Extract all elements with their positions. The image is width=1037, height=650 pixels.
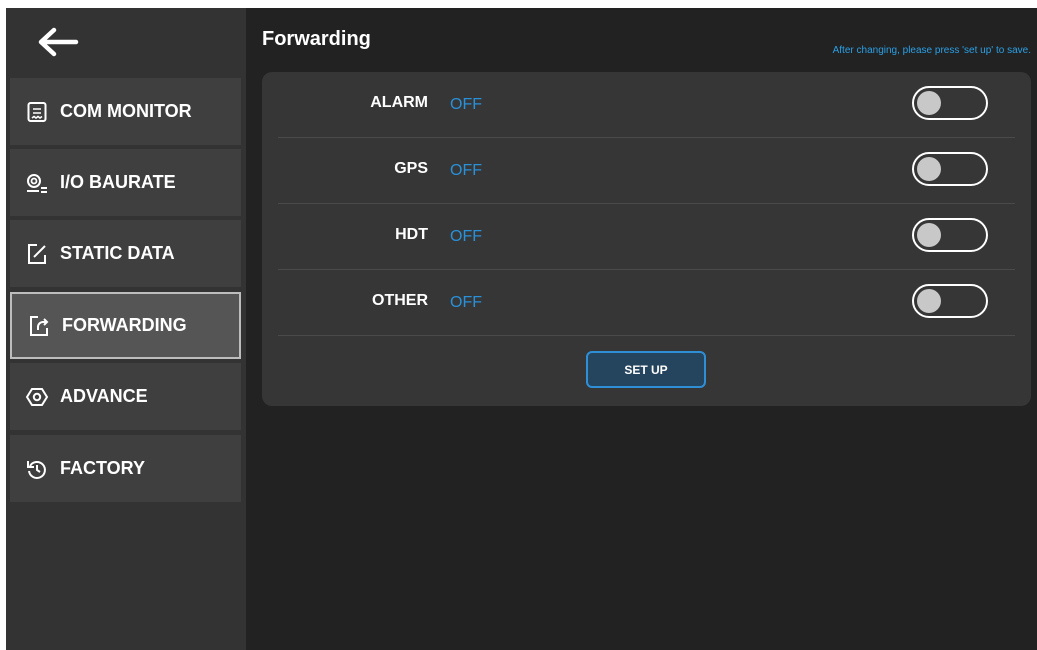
share-icon <box>26 313 52 339</box>
forwarding-row-gps: GPS OFF <box>278 138 1015 204</box>
page-title: Forwarding <box>262 28 371 50</box>
baudrate-icon <box>24 170 50 196</box>
forwarding-panel: ALARM OFF GPS OFF HDT OFF OTHER OFF SET … <box>262 72 1031 406</box>
forwarding-row-alarm: ALARM OFF <box>278 72 1015 138</box>
row-label: GPS <box>394 160 428 177</box>
row-status: OFF <box>450 96 482 113</box>
other-toggle[interactable] <box>912 284 988 318</box>
sidebar-item-label: FACTORY <box>60 458 146 478</box>
save-hint: After changing, please press 'set up' to… <box>832 45 1031 56</box>
set-up-button[interactable]: SET UP <box>586 351 706 388</box>
sidebar-item-label: FORWARDING <box>62 315 187 335</box>
sidebar-item-label: I/O BAURATE <box>60 172 176 192</box>
sidebar: COM MONITOR I/O BAURATE STATIC DATA FORW… <box>6 8 246 650</box>
sidebar-item-label: ADVANCE <box>60 386 148 406</box>
row-status: OFF <box>450 228 482 245</box>
gps-toggle[interactable] <box>912 152 988 186</box>
sidebar-item-io-baurate[interactable]: I/O BAURATE <box>10 149 241 216</box>
alarm-toggle[interactable] <box>912 86 988 120</box>
row-label: HDT <box>395 226 428 243</box>
sidebar-item-com-monitor[interactable]: COM MONITOR <box>10 78 241 145</box>
back-button[interactable] <box>36 20 96 64</box>
hdt-toggle[interactable] <box>912 218 988 252</box>
row-label: ALARM <box>370 94 428 111</box>
row-status: OFF <box>450 162 482 179</box>
sidebar-item-advance[interactable]: ADVANCE <box>10 363 241 430</box>
forwarding-row-hdt: HDT OFF <box>278 204 1015 270</box>
receipt-icon <box>24 99 50 125</box>
toggle-knob <box>917 157 941 181</box>
toggle-knob <box>917 91 941 115</box>
sidebar-item-factory[interactable]: FACTORY <box>10 435 241 502</box>
forwarding-row-other: OTHER OFF <box>278 270 1015 336</box>
sidebar-item-label: COM MONITOR <box>60 101 192 121</box>
sidebar-item-label: STATIC DATA <box>60 243 175 263</box>
history-icon <box>24 456 50 482</box>
toggle-knob <box>917 223 941 247</box>
sidebar-item-static-data[interactable]: STATIC DATA <box>10 220 241 287</box>
hexagon-settings-icon <box>24 384 50 410</box>
toggle-knob <box>917 289 941 313</box>
edit-icon <box>24 241 50 267</box>
row-label: OTHER <box>372 292 428 309</box>
screen: COM MONITOR I/O BAURATE STATIC DATA FORW… <box>6 8 1037 650</box>
row-status: OFF <box>450 294 482 311</box>
sidebar-item-forwarding[interactable]: FORWARDING <box>10 292 241 359</box>
arrow-left-icon <box>38 27 79 57</box>
